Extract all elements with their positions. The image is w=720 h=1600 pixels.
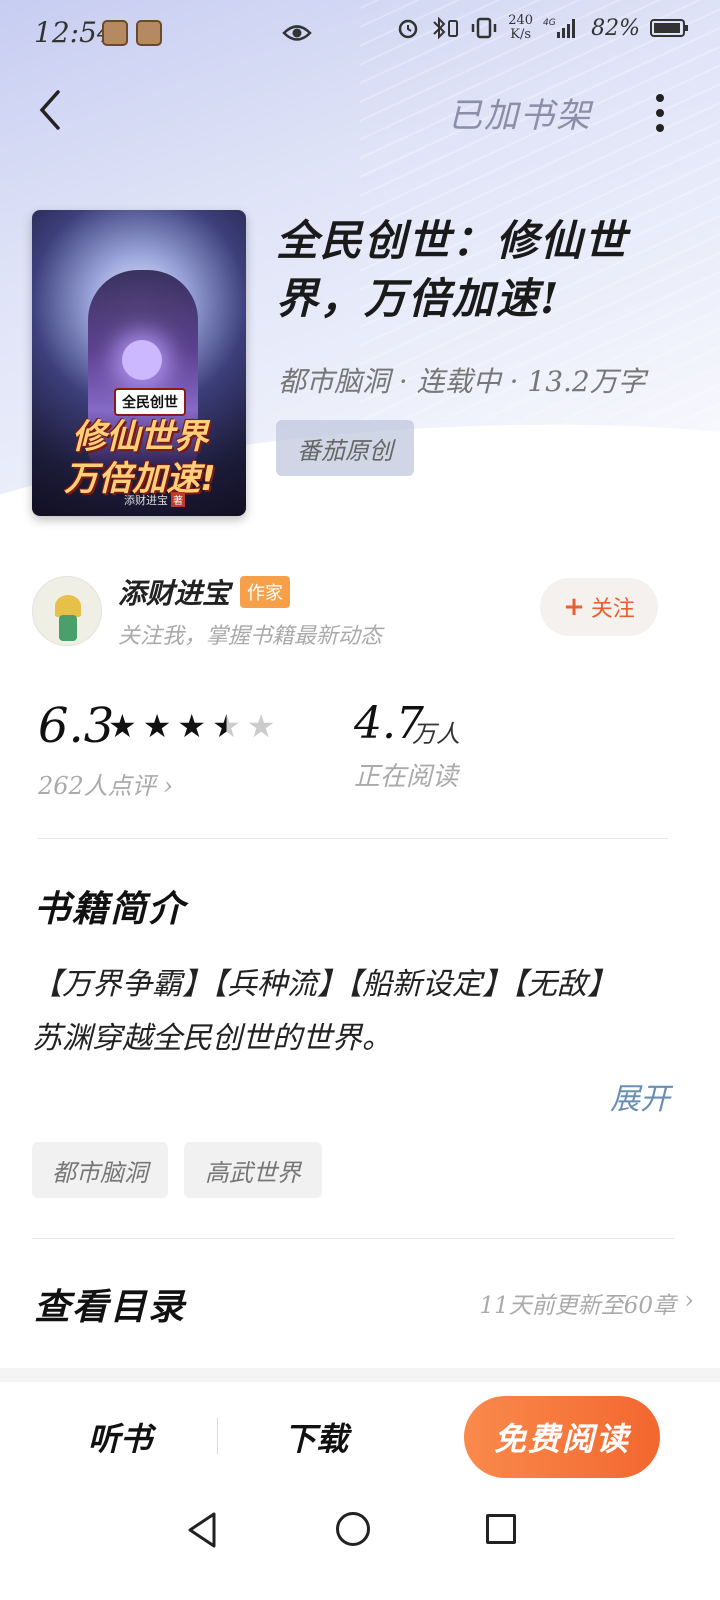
divider (38, 838, 668, 839)
notification-app-icon (102, 20, 128, 46)
network-speed-value: 240 (508, 13, 534, 28)
nav-home-icon[interactable] (336, 1512, 370, 1546)
readers-unit: 万人 (412, 720, 460, 748)
catalog-heading[interactable]: 查看目录 (34, 1278, 186, 1330)
source-tag: 番茄原创 (276, 420, 414, 476)
star-icon: ★ (108, 707, 137, 745)
author-badge: 作家 (240, 576, 290, 608)
cover-title-line1: 修仙世界 (72, 417, 208, 457)
author-name[interactable]: 添财进宝 (118, 572, 230, 612)
author-avatar[interactable] (32, 576, 102, 646)
cover-series-tag: 全民创世 (114, 388, 186, 416)
cover-author: 添财进宝著 (124, 492, 185, 508)
star-icon: ★ (212, 707, 241, 745)
intro-summary-line: 苏渊穿越全民创世的世界。 (32, 1021, 392, 1056)
system-navigation-bar (0, 1492, 720, 1600)
status-right-group: 240 K/s 4G 82% (396, 14, 690, 42)
genre-tag[interactable]: 高武世界 (184, 1142, 322, 1198)
cover-title: 修仙世界 万倍加速! (40, 416, 240, 500)
free-read-button[interactable]: 免费阅读 (464, 1396, 660, 1478)
divider (32, 1238, 674, 1239)
author-description: 关注我，掌握书籍最新动态 (118, 624, 383, 649)
intro-text[interactable]: 【万界争霸】【兵种流】【船新设定】【无敌】 苏渊穿越全民创世的世界。 (32, 958, 672, 1066)
cover-author-badge: 著 (171, 492, 185, 507)
plus-icon: + (563, 592, 585, 622)
book-title: 全民创世：修仙世界，万倍加速! (276, 216, 629, 323)
follow-label: 关注 (590, 597, 635, 622)
catalog-update-info[interactable]: 11天前更新至60章 (479, 1286, 676, 1320)
rating-score: 6.3 (38, 698, 115, 754)
reviews-link[interactable]: 262人点评 › (38, 766, 173, 801)
readers-label: 正在阅读 (354, 762, 459, 792)
intro-tags-line: 【万界争霸】【兵种流】【船新设定】【无敌】 (32, 967, 617, 1002)
star-icon: ★ (177, 707, 207, 745)
signal-4g-icon: 4G (543, 18, 576, 38)
eye-icon (282, 25, 312, 41)
cover-glow (122, 340, 162, 380)
more-options-icon[interactable] (648, 90, 672, 134)
network-speed-unit: K/s (510, 27, 532, 42)
cover-author-name: 添财进宝 (124, 494, 168, 507)
listen-button[interactable]: 听书 (88, 1414, 152, 1460)
star-icon: ★ (246, 707, 276, 745)
follow-button[interactable]: + 关注 (540, 578, 658, 636)
back-button[interactable] (34, 88, 74, 132)
intro-heading: 书籍简介 (34, 888, 187, 930)
battery-percent: 82% (591, 15, 640, 41)
vibrate-icon (472, 17, 497, 39)
rating-stars: ★ ★ ★ ★ ★ (108, 708, 275, 744)
bluetooth-battery-icon (433, 16, 459, 40)
battery-icon (650, 19, 688, 37)
book-meta: 都市脑洞 · 连载中 · 13.2万字 (278, 365, 646, 398)
expand-button[interactable]: 展开 (610, 1074, 670, 1118)
book-cover[interactable]: 全民创世 修仙世界 万倍加速! 添财进宝著 (32, 210, 246, 516)
action-separator (217, 1418, 218, 1454)
svg-text:4G: 4G (543, 18, 556, 28)
network-speed: 240 K/s (508, 14, 533, 42)
nav-recents-icon[interactable] (486, 1514, 516, 1544)
genre-tag[interactable]: 都市脑洞 (32, 1142, 168, 1198)
nav-back-icon[interactable] (184, 1510, 220, 1550)
status-bar: 12:54 240 K/s 4G 82% (0, 0, 720, 70)
notification-app-icon (136, 20, 162, 46)
download-button[interactable]: 下载 (284, 1414, 348, 1460)
section-separator (0, 1368, 720, 1382)
chevron-right-icon: › (684, 1286, 694, 1314)
added-to-shelf-button[interactable]: 已加书架 (448, 88, 592, 137)
alarm-icon (399, 19, 418, 39)
star-icon: ★ (142, 707, 172, 745)
